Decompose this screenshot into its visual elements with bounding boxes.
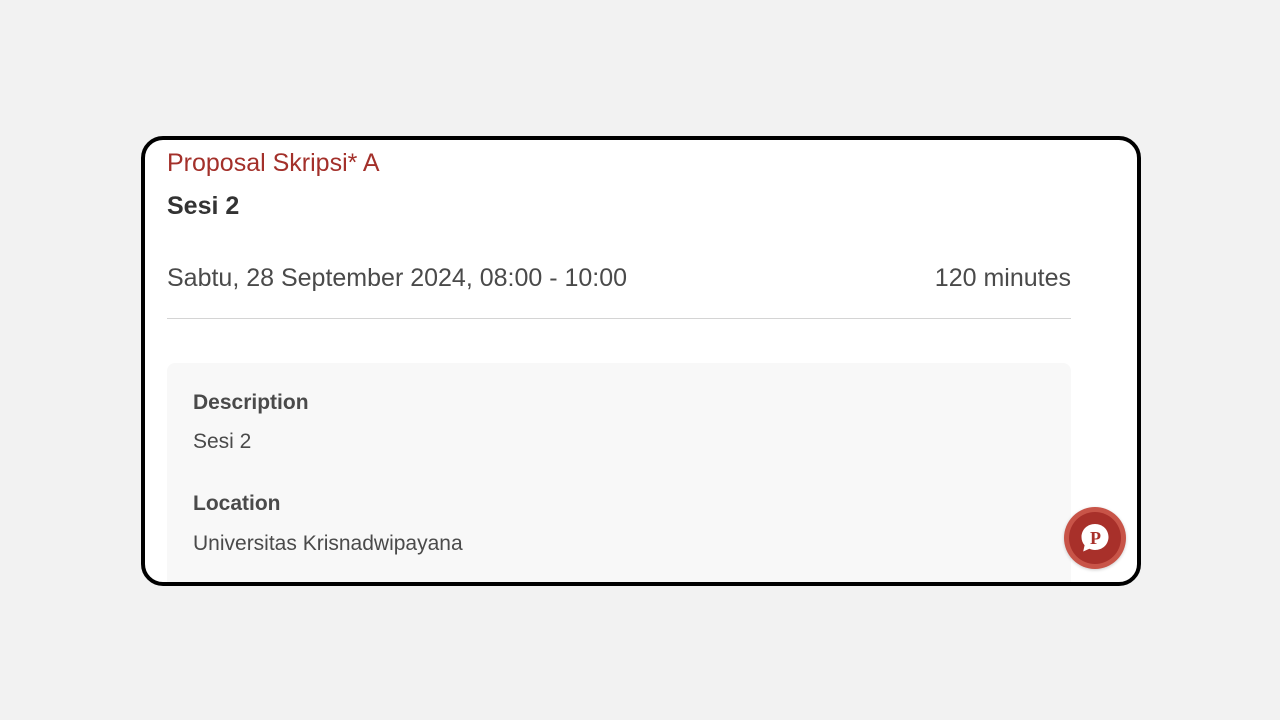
course-title: Proposal Skripsi* A	[167, 149, 380, 177]
session-title: Sesi 2	[167, 192, 240, 220]
chat-p-icon: P	[1081, 524, 1109, 552]
chat-button[interactable]: P	[1064, 507, 1126, 569]
session-card: Proposal Skripsi* A Sesi 2 Sabtu, 28 Sep…	[141, 136, 1141, 586]
location-value: Universitas Krisnadwipayana	[193, 532, 463, 555]
location-label: Location	[193, 492, 281, 515]
divider	[167, 318, 1071, 319]
details-panel: Description Sesi 2 Location Universitas …	[167, 363, 1071, 582]
description-label: Description	[193, 391, 309, 414]
description-value: Sesi 2	[193, 430, 252, 453]
session-datetime: Sabtu, 28 September 2024, 08:00 - 10:00	[167, 264, 628, 292]
session-duration: 120 minutes	[934, 264, 1071, 292]
chat-p-letter: P	[1090, 528, 1101, 548]
chat-button-inner: P	[1069, 512, 1121, 564]
